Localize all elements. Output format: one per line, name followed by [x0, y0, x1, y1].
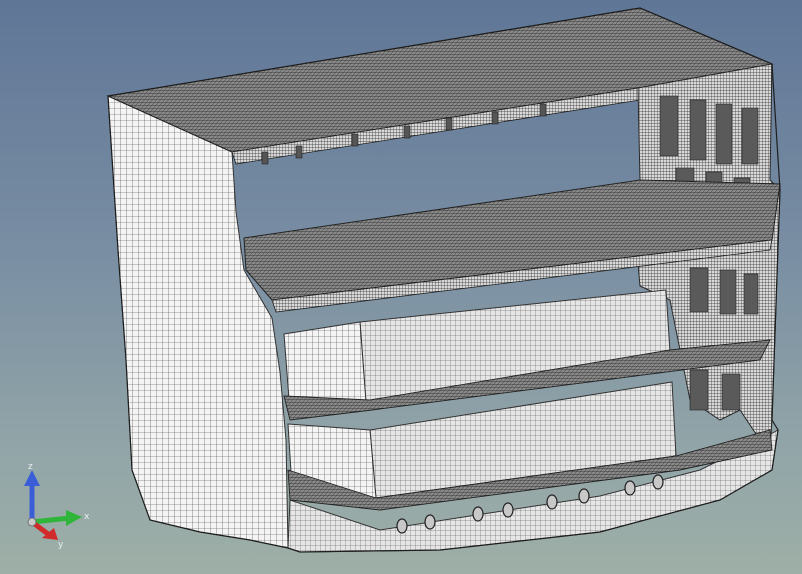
graphics-viewport[interactable]: z x y: [0, 0, 802, 574]
x-axis-arrow: [31, 515, 71, 525]
z-axis-label: z: [28, 462, 33, 472]
side-shell: [107, 95, 289, 549]
y-axis-label: y: [58, 540, 64, 550]
axis-triad: [24, 470, 82, 540]
model-view[interactable]: [0, 0, 802, 574]
x-axis-label: x: [84, 512, 90, 522]
